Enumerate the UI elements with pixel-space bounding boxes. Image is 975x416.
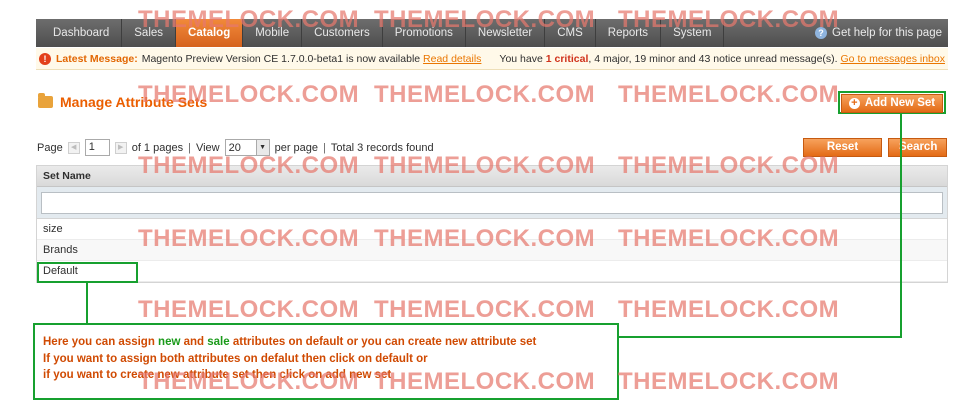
- plus-icon: +: [848, 98, 860, 109]
- add-new-set-label: Add New Set: [864, 97, 936, 109]
- next-page-icon[interactable]: ▶: [114, 141, 127, 154]
- set-name-filter-input[interactable]: [41, 192, 943, 214]
- chevron-down-icon: ▼: [255, 140, 269, 155]
- table-row[interactable]: size: [37, 219, 947, 240]
- separator: |: [188, 141, 191, 154]
- annotation-box: Here you can assign new and sale attribu…: [33, 323, 619, 400]
- nav-catalog[interactable]: Catalog: [176, 19, 244, 47]
- view-label: View: [195, 141, 220, 154]
- add-new-set-button[interactable]: + Add New Set: [841, 94, 943, 113]
- help-label: Get help for this page: [832, 27, 942, 39]
- prev-page-icon[interactable]: ◀: [67, 141, 80, 154]
- summary-rest: , 4 major, 19 minor and 43 notice unread…: [588, 52, 838, 65]
- nav-cms[interactable]: CMS: [545, 19, 596, 47]
- annotation-line-1: Here you can assign new and sale attribu…: [43, 336, 537, 348]
- help-icon: ?: [815, 27, 828, 39]
- folder-icon: [38, 93, 53, 108]
- message-text: Magento Preview Version CE 1.7.0.0-beta1…: [141, 52, 421, 65]
- error-icon: !: [39, 52, 51, 65]
- message-bar: ! Latest Message: Magento Preview Versio…: [36, 48, 948, 70]
- nav-promotions[interactable]: Promotions: [383, 19, 466, 47]
- add-new-set-highlight: + Add New Set: [838, 91, 946, 114]
- page-label: Page: [37, 141, 63, 154]
- watermark-text: THEMELOCK.COM: [618, 296, 840, 323]
- per-page-value: 20: [228, 141, 241, 154]
- connector-line: [86, 283, 88, 324]
- table-row[interactable]: Brands: [37, 240, 947, 261]
- nav-mobile[interactable]: Mobile: [243, 19, 303, 47]
- summary-prefix: You have: [499, 52, 543, 65]
- reset-filter-button[interactable]: Reset Filter: [803, 138, 882, 170]
- annotation-line-3: if you want to create new attribute set …: [43, 369, 392, 381]
- attribute-set-grid: Set Name size Brands Default: [36, 165, 948, 283]
- nav-customers[interactable]: Customers: [302, 19, 383, 47]
- watermark-text: THEMELOCK.COM: [138, 296, 360, 323]
- filter-row: [37, 187, 947, 219]
- pager: Page ◀ 1 ▶ of 1 pages | View 20 ▼ per pa…: [37, 139, 434, 156]
- column-header-set-name[interactable]: Set Name: [37, 166, 947, 187]
- per-page-label: per page: [274, 141, 319, 154]
- annotation-line-2: If you want to assign both attributes on…: [43, 353, 428, 365]
- nav-dashboard[interactable]: Dashboard: [36, 19, 123, 47]
- message-summary: You have 1 critical, 4 major, 19 minor a…: [499, 53, 948, 65]
- inbox-link[interactable]: Go to messages inbox: [841, 53, 945, 65]
- connector-line: [618, 336, 902, 338]
- search-button[interactable]: Search: [888, 138, 947, 157]
- nav-newsletter[interactable]: Newsletter: [466, 19, 546, 47]
- top-nav: Dashboard Sales Catalog Mobile Customers…: [36, 19, 948, 47]
- message-label: Latest Message:: [56, 52, 138, 65]
- default-row-highlight: [37, 262, 138, 283]
- critical-count: 1 critical: [545, 52, 589, 65]
- read-details-link[interactable]: Read details: [423, 53, 481, 65]
- total-records: Total 3 records found: [330, 141, 434, 154]
- page-header: Manage Attribute Sets: [38, 93, 208, 110]
- nav-reports[interactable]: Reports: [596, 19, 662, 47]
- help-link[interactable]: ? Get help for this page: [815, 27, 948, 39]
- page-title: Manage Attribute Sets: [60, 94, 208, 110]
- per-page-select[interactable]: 20 ▼: [224, 139, 270, 156]
- watermark-text: THEMELOCK.COM: [618, 81, 840, 108]
- watermark-text: THEMELOCK.COM: [618, 368, 840, 395]
- table-row[interactable]: Default: [37, 261, 947, 282]
- watermark-text: THEMELOCK.COM: [374, 81, 596, 108]
- of-pages: of 1 pages: [131, 141, 184, 154]
- nav-sales[interactable]: Sales: [122, 19, 177, 47]
- connector-line: [900, 114, 902, 338]
- nav-system[interactable]: System: [661, 19, 725, 47]
- page-number-input[interactable]: 1: [84, 139, 110, 156]
- separator: |: [323, 141, 326, 154]
- watermark-text: THEMELOCK.COM: [374, 296, 596, 323]
